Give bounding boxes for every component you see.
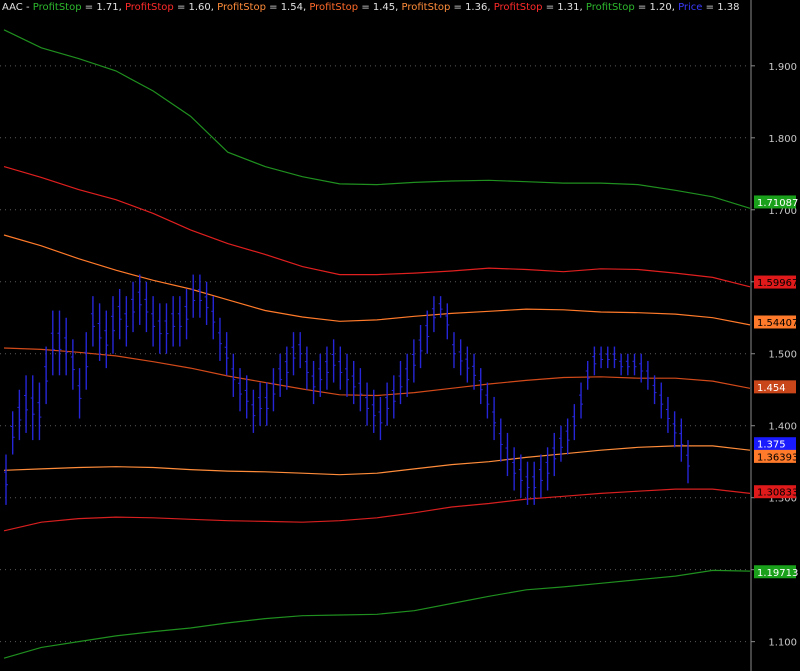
legend-separator: - [22,2,33,13]
legend-item-value: = 1.31, [542,2,586,13]
profit-stop-line [3,445,751,476]
value-tag-label: 1.30833 [757,488,798,499]
legend-item: ProfitStop = 1.20, [586,2,678,13]
y-tick-label: 1.500 [768,350,797,361]
y-tick-label: 1.100 [768,638,797,649]
value-tag-label: 1.36393 [757,452,798,463]
legend-item-name: ProfitStop [124,2,174,13]
y-tick-label: 1.900 [768,62,797,73]
legend-item: ProfitStop = 1.36, [402,2,494,13]
legend-item-name: ProfitStop [493,2,543,13]
legend-item: ProfitStop = 1.31, [494,2,586,13]
legend-item: ProfitStop = 1.45, [309,2,401,13]
legend-items: ProfitStop = 1.71, ProfitStop = 1.60, Pr… [33,2,740,13]
value-tag-label: 1.454 [757,383,786,394]
value-tag-label: 1.54407 [757,318,798,329]
legend-item: ProfitStop = 1.54, [217,2,309,13]
legend-item-value: = 1.36, [450,2,494,13]
legend-item-name: ProfitStop [217,2,266,13]
legend-item-value: = 1.38 [702,2,740,13]
legend-item-name: ProfitStop [401,2,451,13]
profit-stop-line [3,347,751,397]
legend-item-name: ProfitStop [309,2,359,13]
value-tag-label: 1.19713 [757,568,798,579]
value-tag-label: 1.59967 [757,278,798,289]
profit-stop-line [3,234,751,326]
y-tick-label: 1.400 [768,422,797,433]
value-tag-label: 1.71087 [757,198,798,209]
value-tag-label: 1.375 [757,440,786,451]
legend-item: ProfitStop = 1.60, [125,2,217,13]
legend-item: Price = 1.38 [678,2,739,13]
price-chart[interactable]: 1.1001.3001.4001.5001.7001.8001.9001.710… [0,0,800,671]
y-tick-label: 1.800 [768,134,797,145]
chart-legend: AAC - ProfitStop = 1.71, ProfitStop = 1.… [2,1,739,14]
legend-item-value: = 1.60, [173,2,218,13]
profit-stop-line [3,29,751,209]
legend-item-value: = 1.54, [265,2,310,13]
legend-item-value: = 1.20, [634,2,679,13]
profit-stop-line [3,488,751,532]
profit-stop-line [3,569,751,659]
legend-item: ProfitStop = 1.71, [33,2,125,13]
legend-item-value: = 1.45, [358,2,402,13]
legend-item-name: Price [678,2,703,13]
legend-symbol: AAC [2,2,23,13]
legend-item-value: = 1.71, [81,2,125,13]
legend-item-name: ProfitStop [585,2,635,13]
legend-item-name: ProfitStop [32,2,82,13]
